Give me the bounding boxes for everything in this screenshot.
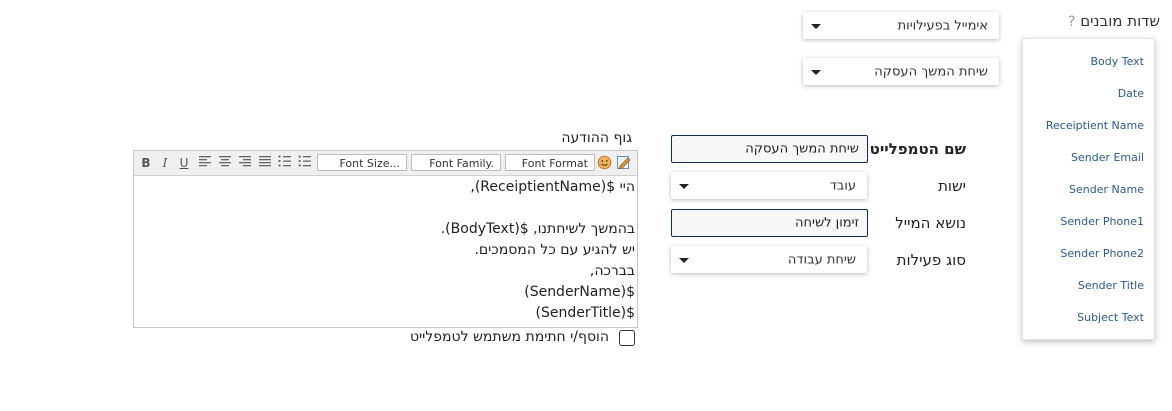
chevron-down-icon xyxy=(679,183,689,189)
structured-fields-title-text: שדות מובנים xyxy=(1080,12,1160,30)
font-format-select[interactable]: Font Format xyxy=(505,154,595,171)
template-name-value: שיחת המשך העסקה xyxy=(745,141,859,157)
field-item-body-text[interactable]: Body Text xyxy=(1090,55,1144,68)
body-line: $(SenderName) xyxy=(524,284,635,300)
align-right-icon[interactable] xyxy=(237,155,253,171)
help-icon[interactable]: ? xyxy=(1068,14,1075,30)
activity-type-select-value: שיחת עבודה xyxy=(787,252,856,267)
chevron-down-icon xyxy=(811,69,821,75)
field-item-sender-email[interactable]: Sender Email xyxy=(1071,151,1144,164)
align-center-icon[interactable] xyxy=(217,155,233,171)
body-line xyxy=(140,198,635,219)
align-justify-icon[interactable] xyxy=(257,155,273,171)
activity-type-select[interactable]: שיחת עבודה xyxy=(671,246,867,273)
activity-type-label: סוג פעילות xyxy=(896,251,966,269)
chevron-down-icon xyxy=(679,257,689,263)
structured-fields-title: שדות מובנים ? xyxy=(1064,12,1160,30)
message-body-content[interactable]: היי $(ReceiptientName), בהמשך לשיחתנו, $… xyxy=(140,177,635,324)
entity-select[interactable]: עובד xyxy=(671,172,867,199)
field-item-date[interactable]: Date xyxy=(1118,87,1144,100)
align-left-icon[interactable] xyxy=(197,155,213,171)
bullet-list-icon[interactable] xyxy=(297,155,313,171)
template-name-input[interactable]: שיחת המשך העסקה xyxy=(671,135,868,163)
entity-select-value: עובד xyxy=(829,178,856,193)
emoticon-icon[interactable] xyxy=(596,155,612,171)
add-signature-checkbox[interactable] xyxy=(619,330,635,346)
email-subject-label: נושא המייל xyxy=(895,214,966,232)
body-line: בברכה, xyxy=(589,263,635,279)
underline-button[interactable]: U xyxy=(177,155,191,171)
field-item-subject-text[interactable]: Subject Text xyxy=(1077,311,1144,324)
email-subject-value: זימון לשיחה xyxy=(795,215,859,231)
message-body-editor: B I U Font Size... Font Family. Font For… xyxy=(133,150,638,328)
field-item-sender-phone1[interactable]: Sender Phone1 xyxy=(1060,215,1144,228)
field-item-receiptient-name[interactable]: Receiptient Name xyxy=(1046,119,1144,132)
followup-call-dropdown[interactable]: שיחת המשך העסקה xyxy=(803,58,999,85)
font-size-select[interactable]: Font Size... xyxy=(317,154,407,171)
activity-email-dropdown[interactable]: אימייל בפעילויות xyxy=(803,12,999,39)
bold-button[interactable]: B xyxy=(139,155,153,171)
body-line: יש להגיע עם כל המסמכים. xyxy=(474,242,635,258)
field-item-sender-phone2[interactable]: Sender Phone2 xyxy=(1060,247,1144,260)
template-name-label: שם הטמפלייט xyxy=(869,140,966,158)
message-body-label: גוף ההודעה xyxy=(561,130,632,146)
field-item-sender-name[interactable]: Sender Name xyxy=(1069,183,1144,196)
email-subject-input[interactable]: זימון לשיחה xyxy=(671,209,868,237)
edit-image-icon[interactable] xyxy=(615,155,631,171)
italic-button[interactable]: I xyxy=(158,155,172,171)
activity-email-dropdown-value: אימייל בפעילויות xyxy=(897,18,988,33)
structured-fields-list: Body Text Date Receiptient Name Sender E… xyxy=(1022,38,1155,340)
chevron-down-icon xyxy=(811,23,821,29)
font-family-select[interactable]: Font Family. xyxy=(411,154,501,171)
body-line: היי $(ReceiptientName), xyxy=(470,179,635,195)
followup-call-dropdown-value: שיחת המשך העסקה xyxy=(874,64,988,79)
body-line: בהמשך לשיחתנו, $(BodyText). xyxy=(440,221,635,237)
field-item-sender-title[interactable]: Sender Title xyxy=(1078,279,1144,292)
body-line: $(SenderTitle) xyxy=(535,305,635,321)
ordered-list-icon[interactable] xyxy=(277,155,293,171)
editor-toolbar: B I U Font Size... Font Family. Font For… xyxy=(134,151,637,176)
entity-label: ישות xyxy=(938,177,966,195)
add-signature-label: הוסף/י חתימת משתמש לטמפלייט xyxy=(409,329,609,345)
